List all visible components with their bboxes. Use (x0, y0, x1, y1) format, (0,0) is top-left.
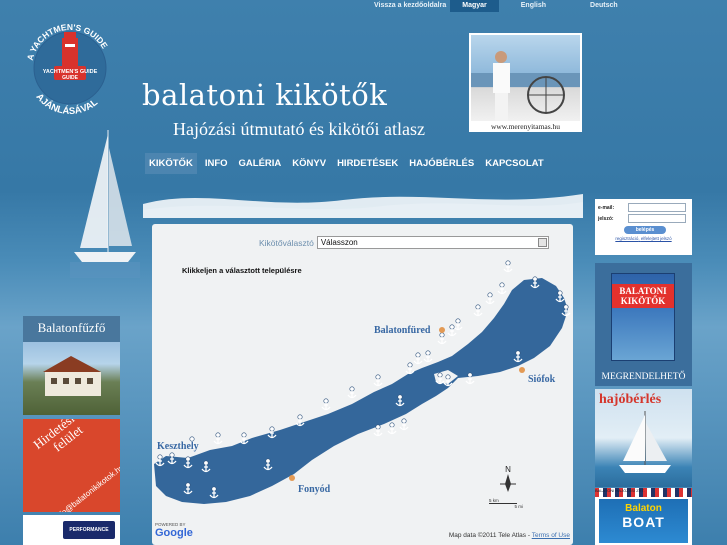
map-scale: 5 km 5 mi (489, 498, 523, 509)
advertising-panel[interactable]: Hirdetési felület info@balatonikikotok.h… (23, 419, 120, 512)
harbor-marker-25[interactable] (213, 432, 223, 445)
terms-of-use-link[interactable]: Terms of Use (532, 532, 570, 539)
ad-title: Hirdetési felület (30, 419, 86, 455)
nav-kikotok[interactable]: KIKÖTŐK (145, 153, 197, 174)
harbor-marker-5[interactable] (497, 282, 507, 295)
scale-mi: 5 mi (514, 504, 523, 509)
balatonfuzfo-panel[interactable]: Balatonfűzfő (23, 316, 120, 415)
nav-kapcsolat[interactable]: KAPCSOLAT (482, 153, 546, 174)
harbor-selector-label: Kikötőválasztó (259, 237, 314, 248)
harbor-marker-13[interactable] (405, 362, 415, 375)
compass-label: N (505, 465, 511, 474)
lang-magyar[interactable]: Magyar (450, 0, 499, 12)
harbor-marker-35[interactable] (399, 418, 409, 431)
sponsor-logo: PERFORMANCE (63, 521, 115, 539)
nav-galeria[interactable]: GALÉRIA (236, 153, 285, 174)
lang-english[interactable]: English (499, 0, 568, 12)
nav-konyv[interactable]: KÖNYV (289, 153, 329, 174)
boatshow-logo: Balaton BOAT (599, 499, 688, 543)
harbor-marker-19[interactable] (373, 374, 383, 387)
google-brand[interactable]: POWERED BY Google (155, 522, 193, 539)
map-attribution: Map data ©2011 Tele Atlas - Terms of Use (448, 532, 570, 539)
nav-info[interactable]: INFO (202, 153, 231, 174)
harbor-marker-21[interactable] (321, 398, 331, 411)
login-form: e-mail: jelszó: belépés regisztráció, el… (595, 199, 692, 255)
home-link[interactable]: Vissza a kezdőoldalra (368, 0, 450, 12)
harbor-marker-34[interactable] (387, 422, 397, 435)
harbor-marker-8[interactable] (453, 318, 463, 331)
dropdown-arrow-icon[interactable] (537, 238, 547, 247)
sponsor-panel[interactable]: PERFORMANCE (23, 515, 120, 545)
site-subtitle: Hajózási útmutató és kikötői atlasz (173, 119, 425, 139)
order-label: MEGRENDELHETŐ (601, 372, 686, 382)
town-dot-3[interactable] (289, 475, 295, 481)
harbor-marker-1[interactable] (503, 260, 513, 273)
email-field[interactable] (628, 203, 686, 212)
balatonfuzfo-photo (23, 342, 120, 415)
town-fonyod[interactable]: Fonyód (298, 484, 330, 495)
register-link[interactable]: regisztráció (615, 236, 638, 241)
boatshow-strip: BALATONI HAJÓZÁSI ZRT. (595, 488, 692, 497)
harbor-marker-24[interactable] (239, 432, 249, 445)
nav-hirdetesek[interactable]: HIRDETÉSEK (334, 153, 401, 174)
book-cover-title: BALATONI KIKÖTŐK (612, 284, 674, 308)
svg-text:GUIDE: GUIDE (62, 75, 79, 81)
sailor-photo (471, 35, 580, 121)
harbor-select[interactable]: Válasszon (316, 236, 549, 249)
harbor-marker-22[interactable] (295, 414, 305, 427)
yachtmens-guide-logo[interactable]: A YACHTMEN'S GUIDE AJÁNLÁSÁVAL YACHTMEN'… (18, 16, 122, 120)
harbor-marker-10[interactable] (437, 332, 447, 345)
harbor-marker-20[interactable] (347, 386, 357, 399)
harbor-marker-12[interactable] (413, 352, 423, 365)
language-bar: Vissza a kezdőoldalra Magyar English Deu… (368, 0, 640, 12)
map-data-text: Map data ©2011 Tele Atlas (448, 532, 527, 539)
harbor-marker-9[interactable] (447, 324, 457, 337)
photo-caption[interactable]: www.merenyitamas.hu (471, 122, 580, 131)
password-field[interactable] (628, 214, 686, 223)
map-panel: Kikötőválasztó Válasszon Klikkeljen a vá… (152, 224, 573, 545)
forgot-password-link[interactable]: elfelejtett jelszó (641, 236, 672, 241)
author-photo[interactable]: www.merenyitamas.hu (469, 33, 582, 132)
nav-hajoberles[interactable]: HAJÓBÉRLÉS (406, 153, 477, 174)
town-siofok[interactable]: Siófok (528, 374, 555, 385)
email-label: e-mail: (598, 204, 615, 211)
sailboat-illustration (70, 130, 140, 278)
town-dot-1[interactable] (439, 327, 445, 333)
compass-icon: N (500, 465, 516, 492)
ad-email[interactable]: info@balatonikikotok.hu (53, 441, 120, 512)
login-links: regisztráció, elfelejtett jelszó (615, 236, 672, 241)
harbor-marker-11[interactable] (423, 350, 433, 363)
site-title: balatoni kikötők (142, 78, 388, 112)
login-button[interactable]: belépés (624, 226, 666, 234)
charter-boat-icon (619, 411, 671, 473)
boatshow-panel[interactable]: BALATONI HAJÓZÁSI ZRT. Balaton BOAT (595, 488, 692, 545)
harbor-marker-7[interactable] (473, 304, 483, 317)
book-panel[interactable]: BALATONI KIKÖTŐK MEGRENDELHETŐ (595, 263, 692, 386)
town-balatonfured[interactable]: Balatonfüred (374, 325, 431, 336)
wave-decoration (143, 194, 583, 218)
harbor-marker-6[interactable] (485, 292, 495, 305)
town-dot-2[interactable] (519, 367, 525, 373)
town-keszthely[interactable]: Keszthely (157, 441, 199, 452)
google-logo: Google (155, 527, 193, 539)
charter-panel[interactable]: hajóbérlés (595, 389, 692, 487)
balatonfuzfo-title: Balatonfűzfő (37, 320, 106, 335)
password-label: jelszó: (598, 215, 614, 222)
charter-title: hajóbérlés (599, 392, 662, 407)
book-cover: BALATONI KIKÖTŐK (611, 273, 675, 361)
map-hint: Klikkeljen a választott településre (182, 266, 302, 275)
harbor-select-value: Válasszon (320, 238, 358, 247)
main-nav: KIKÖTŐK INFO GALÉRIA KÖNYV HIRDETÉSEK HA… (145, 153, 552, 174)
harbor-selector: Kikötőválasztó Válasszon (259, 236, 549, 249)
lang-deutsch[interactable]: Deutsch (568, 0, 640, 12)
